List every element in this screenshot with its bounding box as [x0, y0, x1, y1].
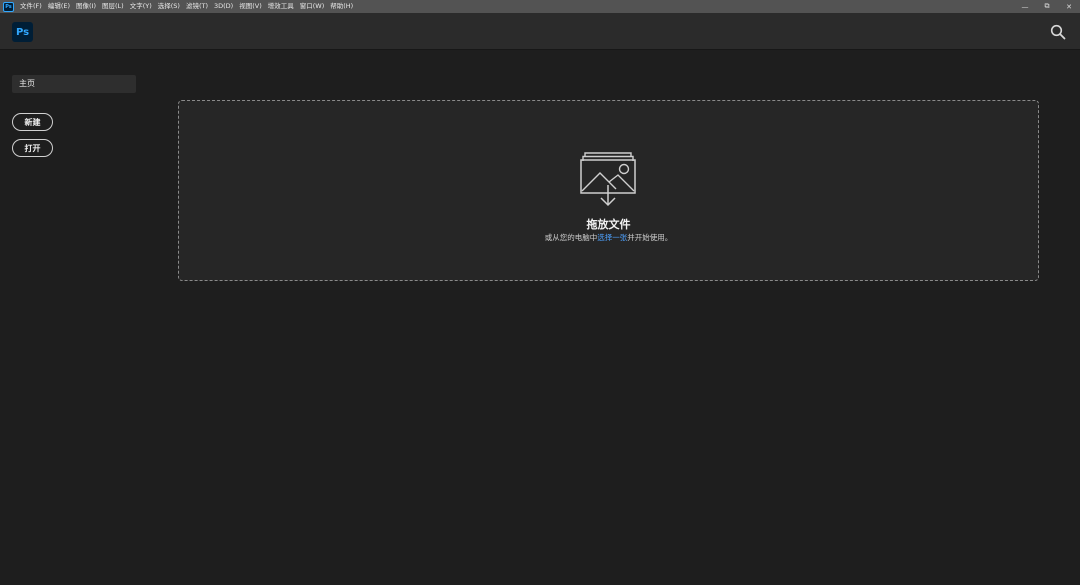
photoshop-logo[interactable]: Ps [12, 22, 33, 42]
menu-window[interactable]: 窗口(W) [297, 0, 328, 13]
image-stack-drop-icon [578, 147, 640, 209]
subtitle-suffix: 并开始使用。 [627, 233, 673, 242]
menu-image[interactable]: 图像(I) [73, 0, 99, 13]
new-button[interactable]: 新建 [12, 113, 53, 131]
app-header: Ps [0, 13, 1080, 50]
menu-help[interactable]: 帮助(H) [327, 0, 356, 13]
menu-bar: Ps 文件(F) 编辑(E) 图像(I) 图层(L) 文字(Y) 选择(S) 滤… [0, 0, 1080, 13]
menu-view[interactable]: 视图(V) [236, 0, 265, 13]
minimize-button[interactable]: — [1014, 0, 1036, 13]
app-menu-logo[interactable]: Ps [3, 1, 14, 12]
choose-file-link[interactable]: 选择一张 [597, 233, 627, 242]
menu-3d[interactable]: 3D(D) [211, 0, 236, 13]
menu-layer[interactable]: 图层(L) [99, 0, 127, 13]
menu-filter[interactable]: 滤镜(T) [183, 0, 211, 13]
drop-zone-title: 拖放文件 [586, 218, 631, 231]
search-button[interactable] [1050, 24, 1066, 40]
menu-file[interactable]: 文件(F) [17, 0, 45, 13]
window-controls: — ⧉ ✕ [1014, 0, 1080, 13]
restore-button[interactable]: ⧉ [1036, 0, 1058, 13]
menu-select[interactable]: 选择(S) [155, 0, 183, 13]
menu-type[interactable]: 文字(Y) [127, 0, 155, 13]
close-button[interactable]: ✕ [1058, 0, 1080, 13]
drop-zone[interactable]: 拖放文件 或从您的电脑中选择一张并开始使用。 [178, 100, 1039, 281]
sidebar-item-home[interactable]: 主页 [12, 75, 136, 93]
subtitle-prefix: 或从您的电脑中 [544, 233, 598, 242]
open-button[interactable]: 打开 [12, 139, 53, 157]
drop-zone-subtitle: 或从您的电脑中选择一张并开始使用。 [179, 232, 1038, 243]
search-icon [1050, 24, 1066, 40]
menu-edit[interactable]: 编辑(E) [45, 0, 73, 13]
menu-plugins[interactable]: 增效工具 [265, 0, 297, 13]
